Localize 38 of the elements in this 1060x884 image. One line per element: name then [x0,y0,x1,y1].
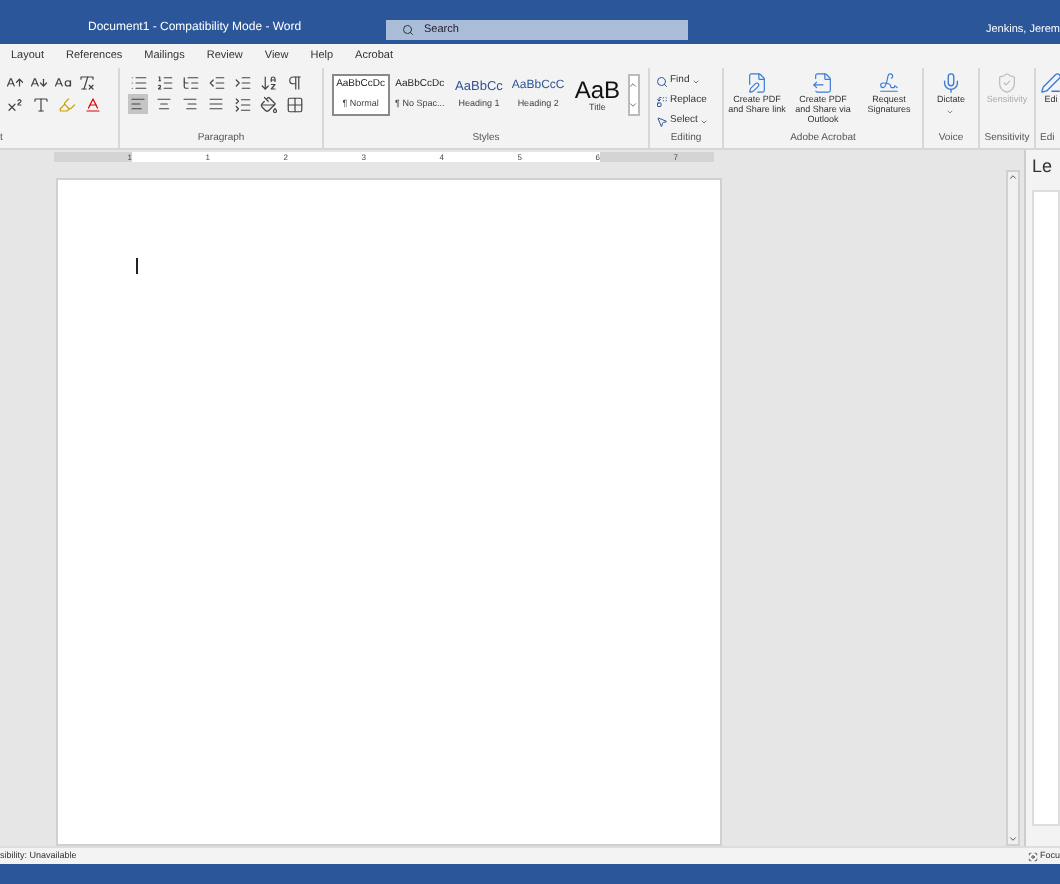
align-right-icon[interactable] [180,94,200,114]
sort-icon[interactable] [258,73,278,93]
shading-icon[interactable] [258,94,278,114]
shrink-font-icon[interactable] [28,73,48,93]
grow-font-icon[interactable] [4,73,24,93]
chevron-down-icon [628,99,639,110]
microphone-icon [939,72,962,94]
style-preview: AaB [574,78,621,102]
signature-icon [878,72,900,94]
shield-icon [995,72,1018,94]
vertical-scrollbar[interactable] [1006,170,1020,846]
line-spacing-icon[interactable] [232,94,252,114]
increase-indent-icon[interactable] [232,73,252,93]
document-icon [746,72,768,94]
multilevel-list-icon[interactable] [180,73,200,93]
focus-icon [1027,851,1038,861]
replace-icon [656,95,668,107]
justify-icon[interactable] [206,94,226,114]
borders-icon[interactable] [284,94,304,114]
pointer-icon [656,115,668,127]
scroll-up-icon[interactable] [1008,172,1018,182]
clear-formatting-icon[interactable] [76,73,96,93]
scroll-down-icon[interactable] [1008,834,1018,844]
text-cursor [136,258,138,274]
pen-icon [1040,72,1060,94]
align-center-icon[interactable] [154,94,174,114]
change-case-icon[interactable] [52,73,72,93]
pane-title: Le [1032,154,1055,180]
search-icon [656,75,668,87]
search-icon [402,24,414,36]
superscript-icon[interactable] [4,94,24,114]
document-icon [812,72,834,94]
font-color-icon[interactable] [82,94,102,114]
chevron-up-icon [628,80,639,91]
align-left-icon[interactable] [128,94,148,114]
decrease-indent-icon[interactable] [206,73,226,93]
numbering-icon[interactable] [154,73,174,93]
pilcrow-icon[interactable] [284,73,304,93]
